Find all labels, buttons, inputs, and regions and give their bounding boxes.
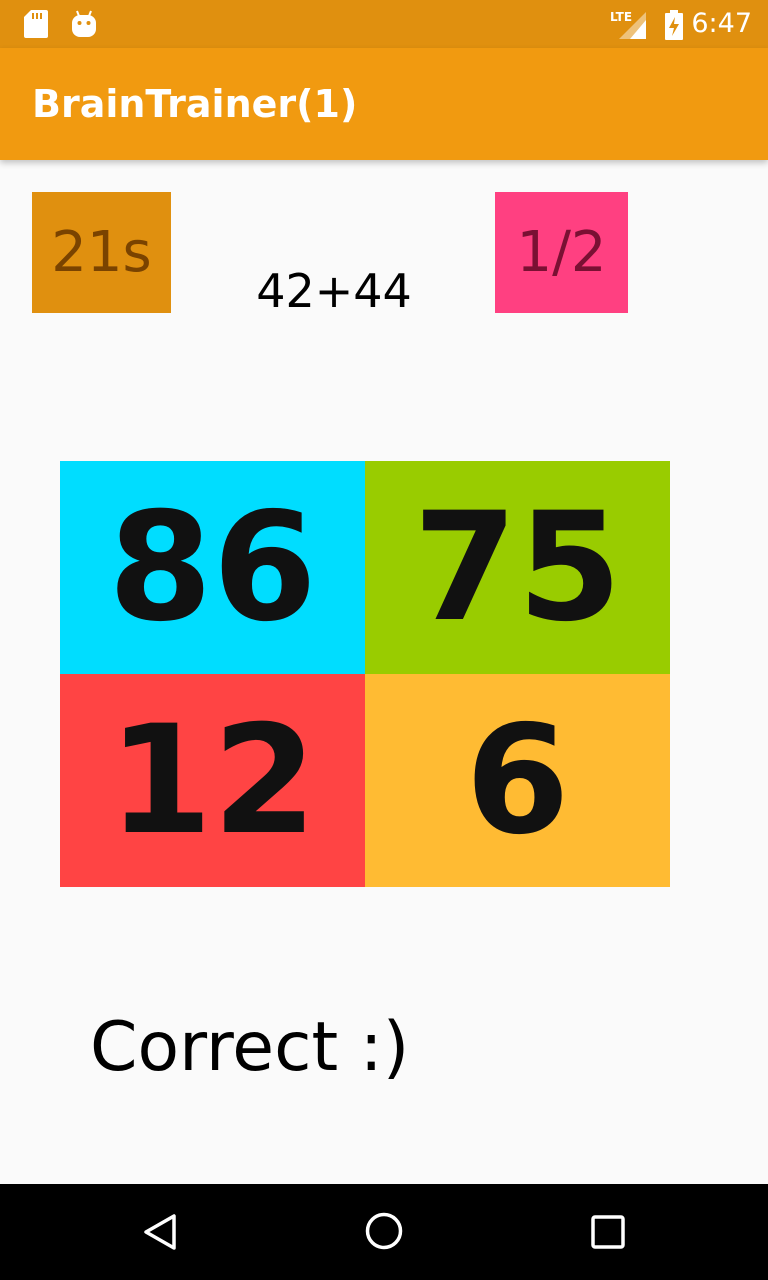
timer-display: 21s [32,192,171,313]
status-clock: 6:47 [691,8,752,39]
answer-button-3[interactable]: 12 [60,674,365,887]
app-title: BrainTrainer(1) [32,82,358,126]
result-message: Correct :) [90,1008,410,1087]
question-text: 42+44 [256,264,412,318]
answer-button-4[interactable]: 6 [365,674,670,887]
back-icon[interactable] [142,1213,178,1251]
score-display: 1/2 [495,192,628,313]
app-bar: BrainTrainer(1) [0,48,768,160]
answer-button-2[interactable]: 75 [365,461,670,674]
status-bar: LTE 6:47 [0,0,768,48]
lte-signal-icon: LTE [610,10,646,39]
battery-charging-icon [665,10,683,40]
android-icon [72,10,96,37]
svg-text:LTE: LTE [610,10,632,24]
home-icon[interactable] [364,1211,404,1251]
sd-card-icon [24,10,48,38]
answer-button-1[interactable]: 86 [60,461,365,674]
recents-icon[interactable] [590,1214,626,1250]
answer-grid: 86 75 12 6 [60,461,670,887]
